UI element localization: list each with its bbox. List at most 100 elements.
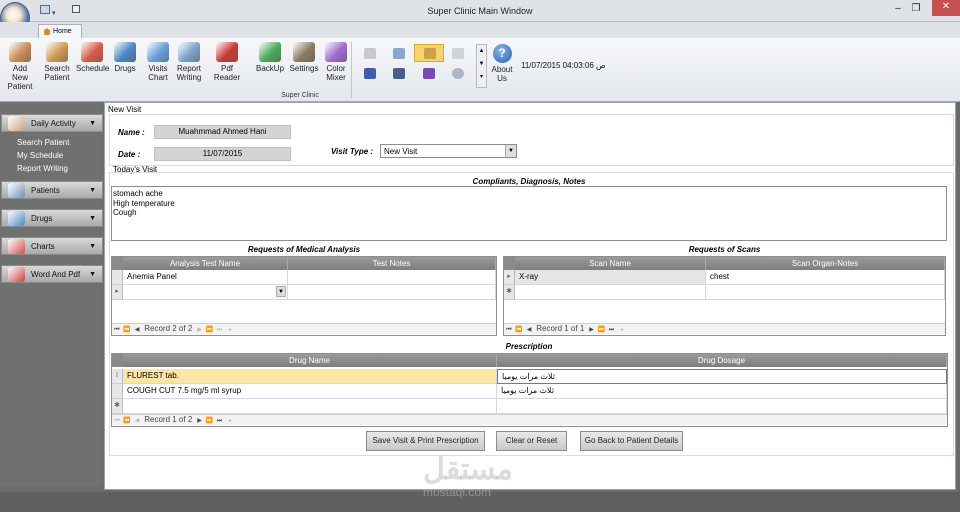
gray-theme-icon[interactable] — [452, 48, 464, 59]
ribbon-button-1[interactable]: Search Patient — [42, 42, 72, 82]
next-record-icon[interactable]: ▶ — [195, 325, 205, 335]
sidebar-item[interactable]: Report Writing — [17, 164, 68, 173]
scroll-left-icon[interactable]: ◂ — [617, 325, 627, 335]
next-record-icon[interactable]: ▶ — [587, 325, 597, 335]
rx-col-drug-dosage[interactable]: Drug Dosage — [497, 354, 947, 367]
ribbon-button-5[interactable]: Report Writing — [174, 42, 204, 82]
prev-page-icon[interactable]: ⏪ — [514, 325, 524, 335]
close-button[interactable]: ✕ — [932, 0, 960, 16]
office-theme-icon[interactable] — [364, 48, 376, 59]
tab-home[interactable]: Home — [38, 24, 82, 39]
theme-gallery — [352, 43, 486, 88]
vs-theme-blue-icon[interactable] — [364, 68, 376, 79]
rx-col-drug-name[interactable]: Drug Name — [123, 354, 497, 367]
gallery-up-icon[interactable]: ▲ — [477, 45, 486, 58]
clear-reset-button[interactable]: Clear or Reset — [496, 431, 567, 451]
first-record-icon[interactable]: ⏮ — [112, 416, 122, 426]
analysis-col-test-name[interactable]: Analysis Test Name — [123, 257, 288, 270]
notes-textarea[interactable]: stomach ache High temperature Cough — [111, 186, 947, 241]
last-record-icon[interactable]: ⏭ — [215, 325, 225, 335]
chevron-down-icon[interactable]: ▼ — [89, 238, 96, 256]
ribbon-button-6[interactable]: Pdf Reader — [207, 42, 247, 82]
rx-cell[interactable]: FLUREST tab. — [123, 369, 497, 384]
datetime-display: 11/07/2015 04:03:06 ص — [521, 61, 606, 70]
row-selector[interactable] — [112, 384, 123, 399]
prev-record-icon[interactable]: ◀ — [132, 416, 142, 426]
next-page-icon[interactable]: ⏩ — [597, 325, 607, 335]
sidebar-item[interactable]: Search Patient — [17, 138, 69, 147]
analysis-record-label: Record 2 of 2 — [144, 324, 193, 333]
last-record-icon[interactable]: ⏭ — [607, 325, 617, 335]
rx-cell[interactable] — [497, 399, 947, 414]
scans-col-organ-notes[interactable]: Scan Organ-Notes — [706, 257, 945, 270]
gallery-down-icon[interactable]: ▼ — [477, 58, 486, 71]
help-theme-icon[interactable] — [452, 68, 464, 79]
minimize-button[interactable]: – — [890, 2, 906, 16]
analysis-cell[interactable] — [288, 270, 496, 285]
nav-group-0[interactable]: Daily Activity ▼ — [1, 114, 103, 132]
analysis-new-row-select[interactable]: ▼ — [123, 285, 288, 300]
selected-theme-item[interactable] — [414, 44, 444, 62]
back-to-patient-button[interactable]: Go Back to Patient Details — [580, 431, 683, 451]
ribbon-button-2[interactable]: Schedule — [76, 42, 109, 73]
vs-theme-dark-icon[interactable] — [393, 68, 405, 79]
chevron-down-icon[interactable]: ▼ — [89, 210, 96, 228]
next-page-icon[interactable]: ⏩ — [205, 325, 215, 335]
analysis-col-test-notes[interactable]: Test Notes — [288, 257, 496, 270]
rx-cell[interactable]: ثلاث مرات يوميا — [497, 369, 947, 384]
ribbon-button-9[interactable]: Color Mixer — [323, 42, 349, 82]
rx-cell[interactable]: ثلاث مرات يوميا — [497, 384, 947, 399]
prev-record-icon[interactable]: ◀ — [132, 325, 142, 335]
chevron-down-icon[interactable]: ▼ — [89, 115, 96, 133]
gallery-more-icon[interactable]: ▾ — [477, 71, 486, 84]
last-record-icon[interactable]: ⏭ — [215, 416, 225, 426]
vs-theme-purple-icon[interactable] — [423, 68, 435, 79]
nav-group-4[interactable]: Word And Pdf ▼ — [1, 265, 103, 283]
scans-col-scan-name[interactable]: Scan Name — [515, 257, 706, 270]
analysis-cell[interactable] — [288, 285, 496, 300]
prev-page-icon[interactable]: ⏪ — [122, 325, 132, 335]
row-selector[interactable] — [112, 270, 123, 285]
nav-group-3[interactable]: Charts ▼ — [1, 237, 103, 255]
gallery-scrollbar[interactable]: ▲ ▼ ▾ — [476, 44, 487, 88]
chevron-down-icon[interactable]: ▼ — [505, 145, 516, 157]
scans-cell[interactable] — [706, 285, 945, 300]
prev-record-icon[interactable]: ◀ — [524, 325, 534, 335]
scroll-left-icon[interactable]: ◂ — [225, 325, 235, 335]
grid-theme-icon[interactable] — [393, 48, 405, 59]
ribbon-button-4[interactable]: Visits Chart — [146, 42, 170, 82]
ribbon-button-3[interactable]: Drugs — [112, 42, 138, 73]
new-row-indicator-icon[interactable]: ▸ — [112, 285, 123, 300]
nav-group-2[interactable]: Drugs ▼ — [1, 209, 103, 227]
sidebar-item[interactable]: My Schedule — [17, 151, 63, 160]
next-record-icon[interactable]: ▶ — [195, 416, 205, 426]
chevron-down-icon[interactable]: ▼ — [89, 266, 96, 284]
ribbon-button-7[interactable]: BackUp — [256, 42, 284, 73]
ribbon-button-0[interactable]: Add New Patient — [4, 42, 36, 91]
scans-cell[interactable]: X-ray — [515, 270, 706, 285]
date-field[interactable]: 11/07/2015 — [154, 147, 291, 161]
first-record-icon[interactable]: ⏮ — [112, 325, 122, 335]
prev-page-icon[interactable]: ⏪ — [122, 416, 132, 426]
visit-type-select[interactable]: New Visit ▼ — [380, 144, 517, 158]
new-row-indicator-icon[interactable]: ✱ — [112, 399, 123, 414]
chevron-down-icon[interactable]: ▼ — [89, 182, 96, 200]
edit-row-indicator-icon[interactable]: I — [112, 369, 123, 384]
next-page-icon[interactable]: ⏩ — [205, 416, 215, 426]
save-print-button[interactable]: Save Visit & Print Prescription — [366, 431, 485, 451]
analysis-cell[interactable]: Anemia Panel — [123, 270, 288, 285]
ribbon-button-8[interactable]: Settings — [288, 42, 320, 73]
rx-cell[interactable]: COUGH CUT 7.5 mg/5 ml syrup — [123, 384, 497, 399]
rx-cell[interactable] — [123, 399, 497, 414]
first-record-icon[interactable]: ⏮ — [504, 325, 514, 335]
scans-cell[interactable] — [515, 285, 706, 300]
current-row-indicator-icon[interactable]: ▸ — [504, 270, 515, 285]
nav-group-1[interactable]: Patients ▼ — [1, 181, 103, 199]
new-row-indicator-icon[interactable]: ✱ — [504, 285, 515, 300]
restore-button[interactable]: ❐ — [908, 2, 924, 16]
about-us-button[interactable]: ? About Us — [488, 44, 516, 83]
scans-cell[interactable]: chest — [706, 270, 945, 285]
chevron-down-icon[interactable]: ▼ — [276, 286, 286, 297]
name-field[interactable]: Muahmmad Ahmed Hani — [154, 125, 291, 139]
scroll-left-icon[interactable]: ◂ — [225, 416, 235, 426]
